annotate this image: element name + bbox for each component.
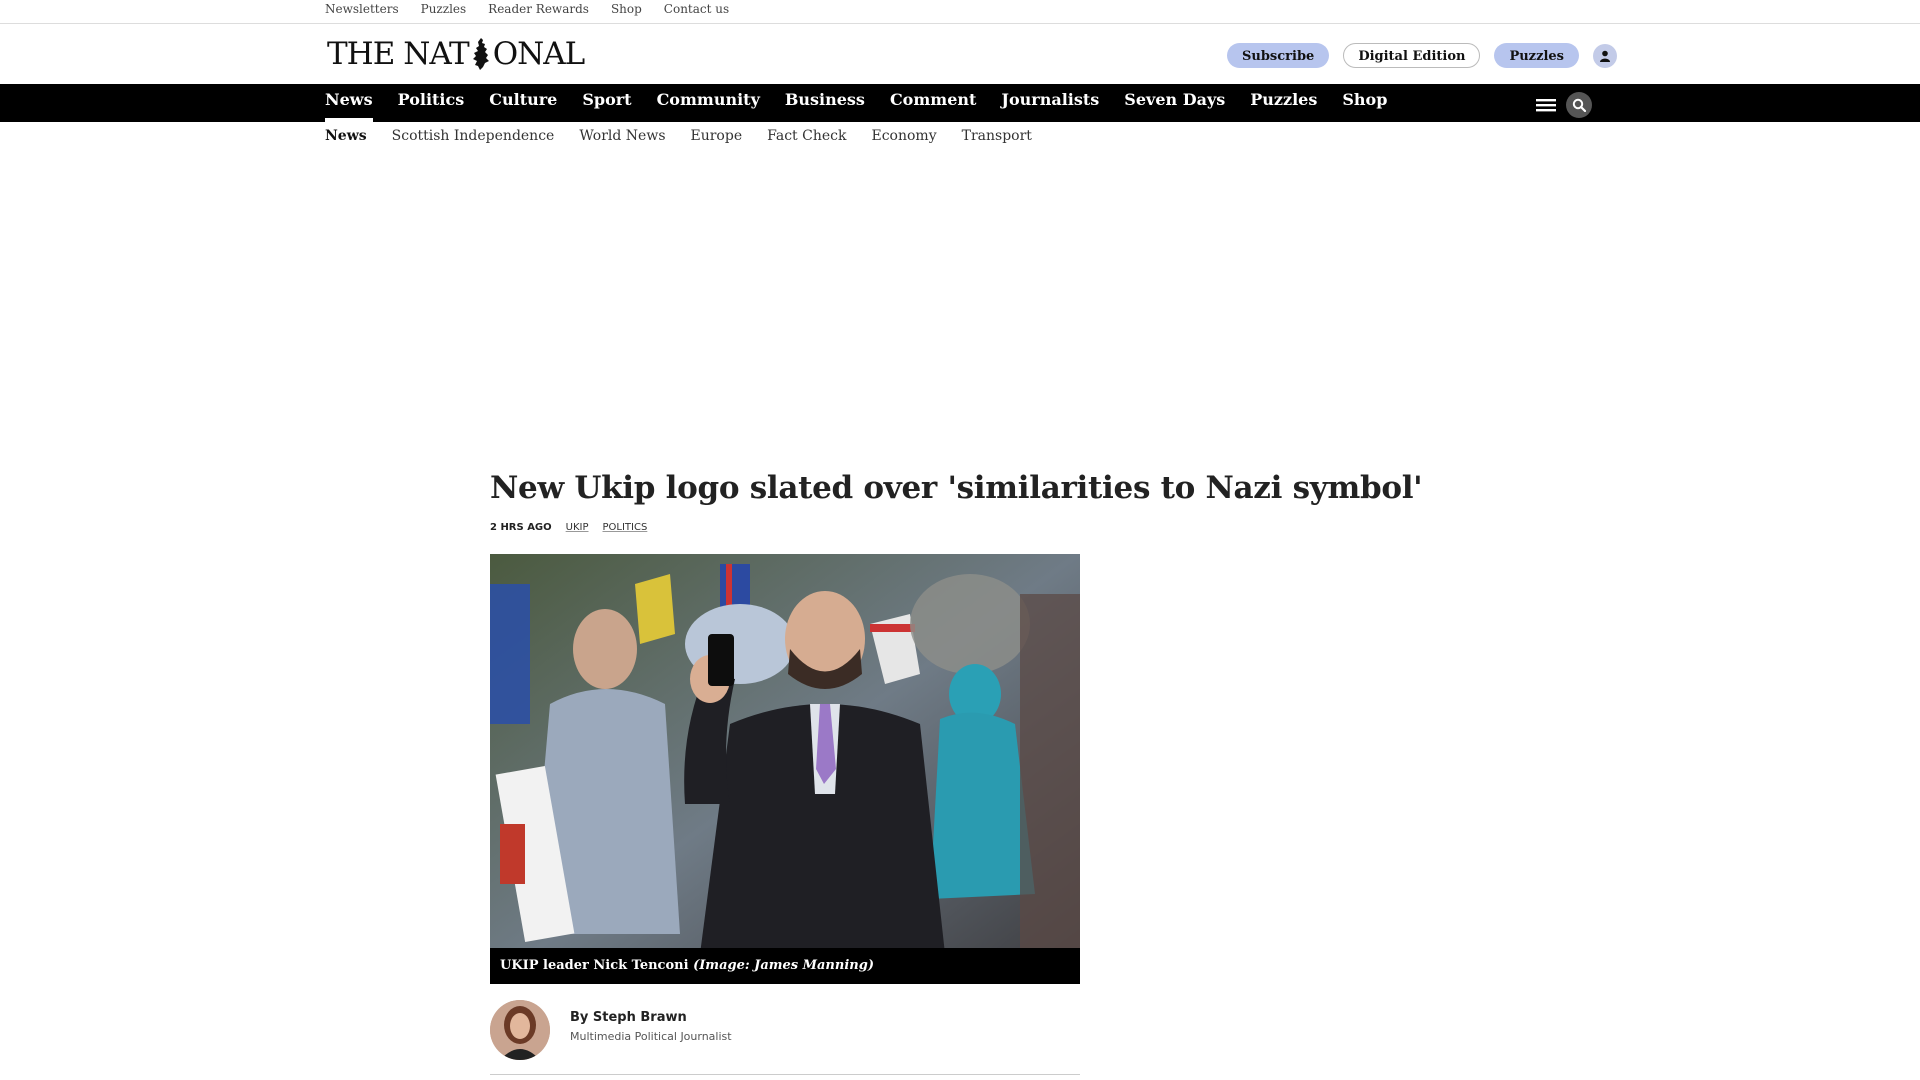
masthead-actions: Subscribe Digital Edition Puzzles xyxy=(1227,43,1617,68)
nav-item-news[interactable]: News xyxy=(325,84,373,122)
utility-link-contact-us[interactable]: Contact us xyxy=(664,2,729,16)
subnav-item-europe[interactable]: Europe xyxy=(691,128,743,144)
nav-item-sport[interactable]: Sport xyxy=(582,84,631,122)
search-icon xyxy=(1572,98,1586,112)
scotland-map-icon xyxy=(472,38,489,70)
subnav-item-news[interactable]: News xyxy=(325,128,367,144)
nav-item-business[interactable]: Business xyxy=(785,84,865,122)
author-photo xyxy=(490,1000,550,1060)
search-button[interactable] xyxy=(1566,92,1592,118)
utility-link-reader-rewards[interactable]: Reader Rewards xyxy=(488,2,589,16)
logo-text-right: ONAL xyxy=(492,36,586,72)
nav-item-shop[interactable]: Shop xyxy=(1342,84,1387,122)
nav-item-politics[interactable]: Politics xyxy=(398,84,465,122)
article-tag-politics[interactable]: POLITICS xyxy=(603,522,648,533)
nav-item-journalists[interactable]: Journalists xyxy=(1001,84,1099,122)
nav-tools xyxy=(1536,92,1592,118)
hero-image: UKIP leader Nick Tenconi (Image: James M… xyxy=(490,554,1080,984)
user-account-button[interactable] xyxy=(1592,43,1617,68)
nav-item-seven-days[interactable]: Seven Days xyxy=(1124,84,1225,122)
subnav-item-world-news[interactable]: World News xyxy=(579,128,665,144)
nav-item-community[interactable]: Community xyxy=(657,84,760,122)
hero-photo xyxy=(490,554,1080,984)
subnav-item-economy[interactable]: Economy xyxy=(871,128,936,144)
utility-link-newsletters[interactable]: Newsletters xyxy=(325,2,399,16)
user-icon xyxy=(1599,50,1610,62)
subnav-item-transport[interactable]: Transport xyxy=(962,128,1032,144)
subnav-item-fact-check[interactable]: Fact Check xyxy=(767,128,846,144)
author-name[interactable]: By Steph Brawn xyxy=(570,1010,687,1025)
utility-bar: Newsletters Puzzles Reader Rewards Shop … xyxy=(0,0,1920,24)
puzzles-button[interactable]: Puzzles xyxy=(1494,43,1579,68)
hamburger-menu-icon[interactable] xyxy=(1536,97,1556,113)
nav-item-culture[interactable]: Culture xyxy=(489,84,557,122)
subscribe-button[interactable]: Subscribe xyxy=(1227,43,1330,68)
author-avatar[interactable] xyxy=(490,1000,550,1060)
sub-nav: News Scottish Independence World News Eu… xyxy=(325,128,1032,144)
digital-edition-button[interactable]: Digital Edition xyxy=(1343,43,1481,68)
caption-text: UKIP leader Nick Tenconi xyxy=(500,958,694,973)
article-meta: 2 HRS AGO UKIP POLITICS xyxy=(490,522,647,533)
main-nav: News Politics Culture Sport Community Bu… xyxy=(0,84,1920,122)
author-role: Multimedia Political Journalist xyxy=(570,1030,732,1043)
masthead: THE NAT ONAL Subscribe Digital Edition P… xyxy=(0,24,1920,84)
site-logo[interactable]: THE NAT ONAL xyxy=(327,34,586,74)
caption-credit: (Image: James Manning) xyxy=(693,958,874,973)
nav-item-puzzles[interactable]: Puzzles xyxy=(1250,84,1317,122)
article-headline: New Ukip logo slated over 'similarities … xyxy=(490,470,1423,506)
utility-link-shop[interactable]: Shop xyxy=(611,2,642,16)
image-caption: UKIP leader Nick Tenconi (Image: James M… xyxy=(490,948,1080,984)
article-timestamp: 2 HRS AGO xyxy=(490,522,552,533)
article-tag-ukip[interactable]: UKIP xyxy=(566,522,589,533)
nav-item-comment[interactable]: Comment xyxy=(890,84,976,122)
utility-link-puzzles[interactable]: Puzzles xyxy=(421,2,467,16)
subnav-item-scottish-independence[interactable]: Scottish Independence xyxy=(392,128,555,144)
logo-text-left: THE NAT xyxy=(327,36,470,72)
author-byline: By Steph Brawn Multimedia Political Jour… xyxy=(490,1000,1080,1075)
